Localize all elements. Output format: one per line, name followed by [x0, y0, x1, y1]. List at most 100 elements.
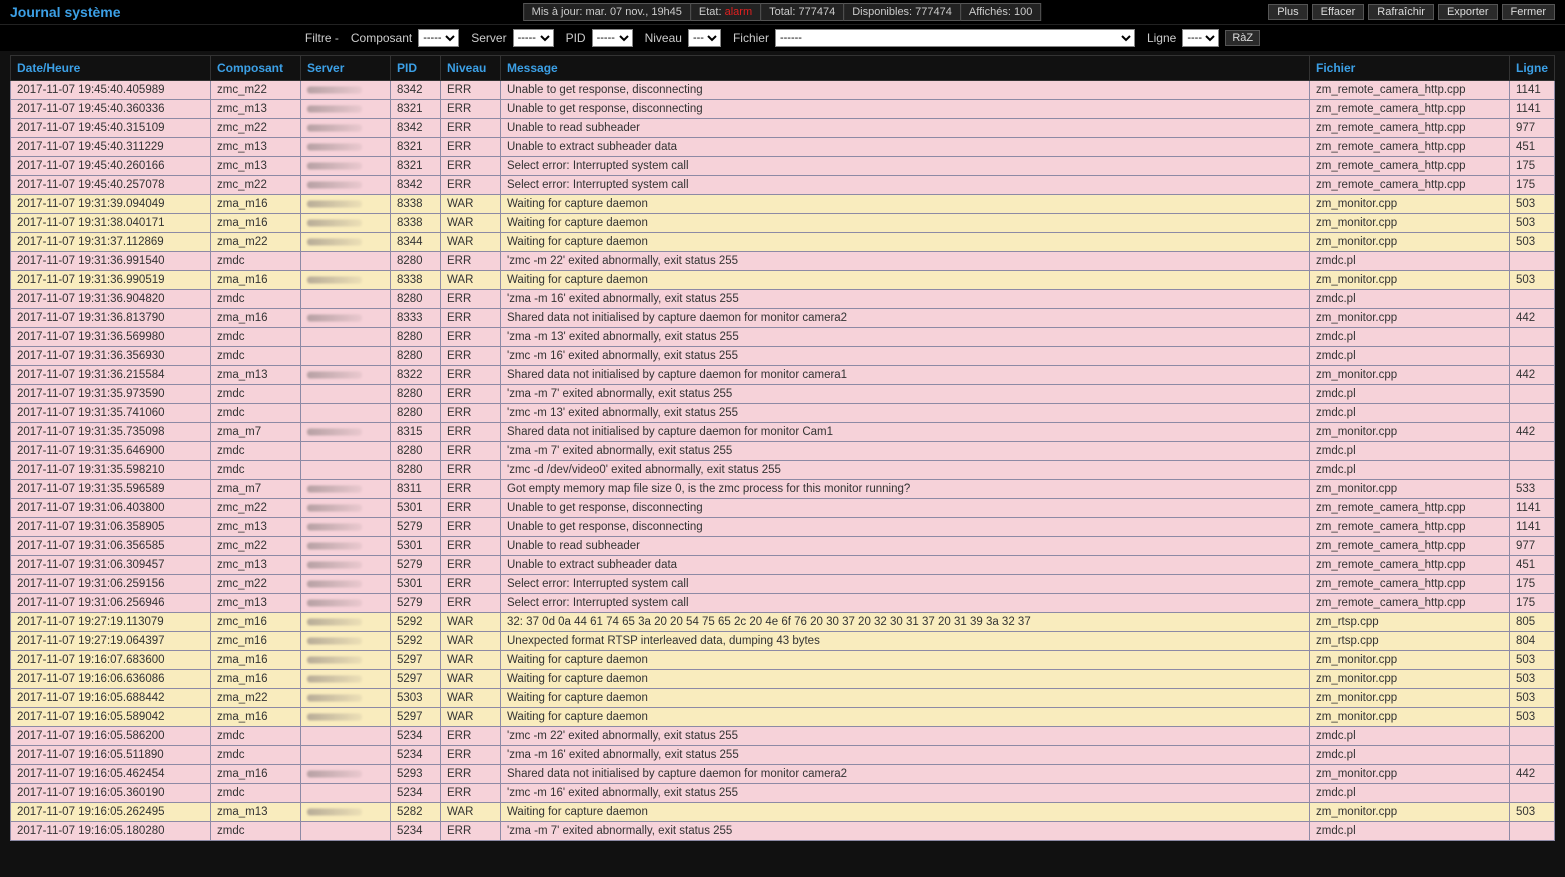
file-cell: zm_remote_camera_http.cpp	[1310, 537, 1510, 556]
table-row: 2017-11-07 19:31:06.259156zmc_m225301ERR…	[11, 575, 1555, 594]
filter-composant-select[interactable]: -----	[418, 29, 459, 47]
col-niveau[interactable]: Niveau	[441, 56, 501, 81]
comp-cell: zma_m13	[211, 803, 301, 822]
lvl-cell: ERR	[441, 366, 501, 385]
line-cell: 442	[1510, 423, 1555, 442]
msg-cell: 32: 37 0d 0a 44 61 74 65 3a 20 20 54 75 …	[501, 613, 1310, 632]
col-server[interactable]: Server	[301, 56, 391, 81]
raz-button[interactable]: RàZ	[1225, 30, 1260, 46]
msg-cell: Unable to extract subheader data	[501, 556, 1310, 575]
lvl-cell: ERR	[441, 442, 501, 461]
file-cell: zm_monitor.cpp	[1310, 765, 1510, 784]
table-row: 2017-11-07 19:16:05.180280zmdc5234ERR'zm…	[11, 822, 1555, 841]
date-cell: 2017-11-07 19:31:06.256946	[11, 594, 211, 613]
table-row: 2017-11-07 19:45:40.260166zmc_m138321ERR…	[11, 157, 1555, 176]
lvl-cell: ERR	[441, 556, 501, 575]
msg-cell: Waiting for capture daemon	[501, 233, 1310, 252]
msg-cell: Select error: Interrupted system call	[501, 176, 1310, 195]
server-cell	[301, 708, 391, 727]
pid-cell: 5303	[391, 689, 441, 708]
rafraichir-button[interactable]: Rafraîchir	[1368, 4, 1434, 20]
file-cell: zm_remote_camera_http.cpp	[1310, 100, 1510, 119]
comp-cell: zmdc	[211, 404, 301, 423]
date-cell: 2017-11-07 19:31:36.813790	[11, 309, 211, 328]
fermer-button[interactable]: Fermer	[1502, 4, 1555, 20]
line-cell: 503	[1510, 708, 1555, 727]
table-row: 2017-11-07 19:16:06.636086zma_m165297WAR…	[11, 670, 1555, 689]
col-pid[interactable]: PID	[391, 56, 441, 81]
table-row: 2017-11-07 19:27:19.064397zmc_m165292WAR…	[11, 632, 1555, 651]
comp-cell: zmc_m13	[211, 157, 301, 176]
col-ligne[interactable]: Ligne	[1510, 56, 1555, 81]
filter-niveau-label: Niveau	[645, 31, 682, 45]
msg-cell: 'zma -m 13' exited abnormally, exit stat…	[501, 328, 1310, 347]
lvl-cell: ERR	[441, 81, 501, 100]
status-boxes: Mis à jour: mar. 07 nov., 19h45 Etat: al…	[524, 3, 1042, 21]
table-row: 2017-11-07 19:45:40.405989zmc_m228342ERR…	[11, 81, 1555, 100]
plus-button[interactable]: Plus	[1268, 4, 1307, 20]
filter-composant-label: Composant	[351, 31, 412, 45]
comp-cell: zmdc	[211, 442, 301, 461]
date-cell: 2017-11-07 19:45:40.311229	[11, 138, 211, 157]
date-cell: 2017-11-07 19:16:06.636086	[11, 670, 211, 689]
filter-pid-select[interactable]: -----	[592, 29, 633, 47]
file-cell: zm_rtsp.cpp	[1310, 632, 1510, 651]
table-row: 2017-11-07 19:31:36.356930zmdc8280ERR'zm…	[11, 347, 1555, 366]
date-cell: 2017-11-07 19:31:36.569980	[11, 328, 211, 347]
col-composant[interactable]: Composant	[211, 56, 301, 81]
line-cell	[1510, 290, 1555, 309]
comp-cell: zmdc	[211, 746, 301, 765]
file-cell: zmdc.pl	[1310, 727, 1510, 746]
comp-cell: zmdc	[211, 252, 301, 271]
pid-cell: 8338	[391, 195, 441, 214]
msg-cell: Unable to get response, disconnecting	[501, 81, 1310, 100]
file-cell: zm_monitor.cpp	[1310, 670, 1510, 689]
msg-cell: Select error: Interrupted system call	[501, 157, 1310, 176]
server-cell	[301, 518, 391, 537]
effacer-button[interactable]: Effacer	[1312, 4, 1365, 20]
line-cell: 804	[1510, 632, 1555, 651]
date-cell: 2017-11-07 19:31:06.356585	[11, 537, 211, 556]
line-cell: 175	[1510, 157, 1555, 176]
server-cell	[301, 480, 391, 499]
filter-ligne-select[interactable]: ----	[1182, 29, 1219, 47]
lvl-cell: ERR	[441, 499, 501, 518]
server-cell	[301, 271, 391, 290]
pid-cell: 5297	[391, 651, 441, 670]
comp-cell: zmc_m16	[211, 613, 301, 632]
msg-cell: Unable to extract subheader data	[501, 138, 1310, 157]
server-cell	[301, 727, 391, 746]
pid-cell: 8321	[391, 138, 441, 157]
server-cell	[301, 233, 391, 252]
comp-cell: zmc_m13	[211, 556, 301, 575]
line-cell: 503	[1510, 803, 1555, 822]
comp-cell: zmc_m16	[211, 632, 301, 651]
filter-server-select[interactable]: -----	[513, 29, 554, 47]
table-row: 2017-11-07 19:16:05.589042zma_m165297WAR…	[11, 708, 1555, 727]
lvl-cell: ERR	[441, 290, 501, 309]
line-cell: 451	[1510, 556, 1555, 575]
date-cell: 2017-11-07 19:16:05.360190	[11, 784, 211, 803]
table-row: 2017-11-07 19:16:05.688442zma_m225303WAR…	[11, 689, 1555, 708]
table-row: 2017-11-07 19:16:07.683600zma_m165297WAR…	[11, 651, 1555, 670]
server-cell	[301, 594, 391, 613]
filter-fichier-select[interactable]: ------	[775, 29, 1135, 47]
pid-cell: 8280	[391, 290, 441, 309]
filter-niveau-select[interactable]: ---	[688, 29, 721, 47]
table-row: 2017-11-07 19:31:35.598210zmdc8280ERR'zm…	[11, 461, 1555, 480]
table-row: 2017-11-07 19:16:05.586200zmdc5234ERR'zm…	[11, 727, 1555, 746]
comp-cell: zma_m16	[211, 309, 301, 328]
status-state: Etat: alarm	[690, 3, 761, 21]
status-alarm-value: alarm	[725, 6, 753, 18]
msg-cell: Unable to get response, disconnecting	[501, 100, 1310, 119]
lvl-cell: ERR	[441, 480, 501, 499]
col-date[interactable]: Date/Heure	[11, 56, 211, 81]
table-row: 2017-11-07 19:45:40.360336zmc_m138321ERR…	[11, 100, 1555, 119]
file-cell: zm_monitor.cpp	[1310, 214, 1510, 233]
col-message[interactable]: Message	[501, 56, 1310, 81]
exporter-button[interactable]: Exporter	[1438, 4, 1498, 20]
col-fichier[interactable]: Fichier	[1310, 56, 1510, 81]
server-cell	[301, 252, 391, 271]
lvl-cell: ERR	[441, 784, 501, 803]
pid-cell: 5297	[391, 670, 441, 689]
